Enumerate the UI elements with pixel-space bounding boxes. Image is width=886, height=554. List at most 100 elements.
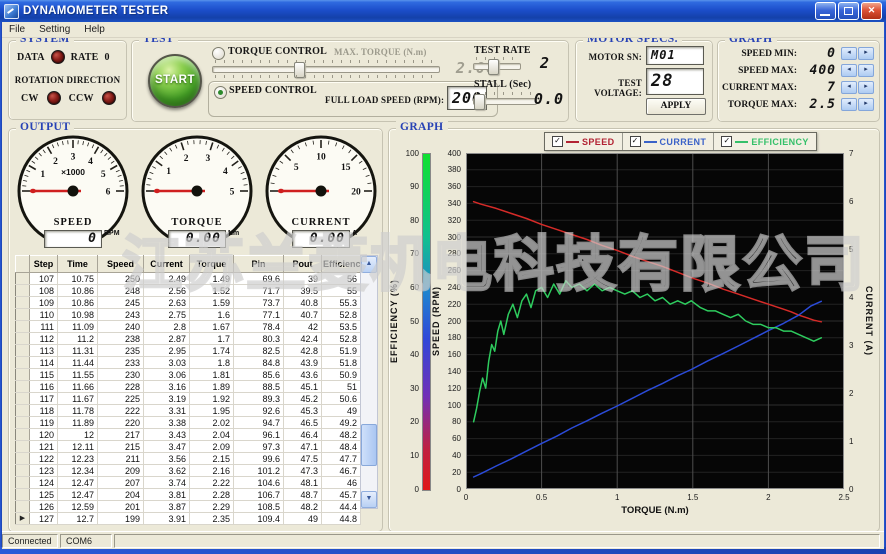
torque-control-radio[interactable]	[212, 47, 225, 60]
table-cell[interactable]: 43.9	[284, 357, 322, 369]
test-rate-slider[interactable]	[473, 57, 521, 75]
table-cell[interactable]: 3.16	[144, 381, 190, 393]
table-cell[interactable]: 2.63	[144, 297, 190, 309]
table-cell[interactable]: 51.8	[322, 357, 361, 369]
table-cell[interactable]: 2.15	[190, 453, 234, 465]
table-row[interactable]: 11811.782223.311.9592.645.349	[16, 405, 361, 417]
table-row[interactable]: 11411.442333.031.884.843.951.8	[16, 357, 361, 369]
table-cell[interactable]: 230	[98, 369, 144, 381]
table-cell[interactable]: 211	[98, 453, 144, 465]
table-cell[interactable]: 220	[98, 417, 144, 429]
table-cell[interactable]: 48.7	[284, 489, 322, 501]
table-cell[interactable]: 48.2	[322, 429, 361, 441]
table-row[interactable]: 12112.112153.472.0997.347.148.4	[16, 441, 361, 453]
table-cell[interactable]: 50.6	[322, 393, 361, 405]
column-header-current[interactable]: Current	[144, 256, 190, 273]
row-selector[interactable]	[16, 477, 30, 489]
table-cell[interactable]: 56	[322, 273, 361, 285]
table-cell[interactable]: 11.44	[58, 357, 98, 369]
row-selector[interactable]	[16, 465, 30, 477]
table-cell[interactable]: 11.67	[58, 393, 98, 405]
table-cell[interactable]: 96.1	[234, 429, 284, 441]
table-cell[interactable]: 199	[98, 513, 144, 525]
table-row[interactable]: 12512.472043.812.28106.748.745.7	[16, 489, 361, 501]
row-selector[interactable]	[16, 441, 30, 453]
table-cell[interactable]: 42.4	[284, 333, 322, 345]
current-max-decrement-button[interactable]: ◂	[841, 81, 857, 94]
table-cell[interactable]: 3.91	[144, 513, 190, 525]
table-row[interactable]: 11611.662283.161.8988.545.151	[16, 381, 361, 393]
table-cell[interactable]: 2.09	[190, 441, 234, 453]
scrollbar-thumb[interactable]	[361, 424, 377, 466]
table-cell[interactable]: 48.2	[284, 501, 322, 513]
table-cell[interactable]: 115	[30, 369, 58, 381]
restore-button[interactable]	[838, 2, 859, 20]
table-cell[interactable]: 1.74	[190, 345, 234, 357]
table-cell[interactable]: 46.4	[284, 429, 322, 441]
table-cell[interactable]: 2.22	[190, 477, 234, 489]
table-cell[interactable]: 49	[322, 405, 361, 417]
table-cell[interactable]: 11.89	[58, 417, 98, 429]
column-header-efficiency[interactable]: Efficiency	[322, 256, 361, 273]
table-cell[interactable]: 240	[98, 321, 144, 333]
current-max-increment-button[interactable]: ▸	[858, 81, 874, 94]
table-cell[interactable]: 119	[30, 417, 58, 429]
table-cell[interactable]: 11.55	[58, 369, 98, 381]
row-selector[interactable]	[16, 273, 30, 285]
table-cell[interactable]: 11.78	[58, 405, 98, 417]
table-cell[interactable]: 127	[30, 513, 58, 525]
table-cell[interactable]: 12.11	[58, 441, 98, 453]
table-cell[interactable]: 118	[30, 405, 58, 417]
speed-max-increment-button[interactable]: ▸	[858, 64, 874, 77]
table-cell[interactable]: 235	[98, 345, 144, 357]
table-cell[interactable]: 1.81	[190, 369, 234, 381]
menu-file[interactable]: File	[2, 24, 32, 35]
table-cell[interactable]: 73.7	[234, 297, 284, 309]
table-cell[interactable]: 2.8	[144, 321, 190, 333]
table-cell[interactable]: 3.62	[144, 465, 190, 477]
table-cell[interactable]: 47.7	[322, 453, 361, 465]
table-cell[interactable]: 3.47	[144, 441, 190, 453]
table-cell[interactable]: 228	[98, 381, 144, 393]
table-cell[interactable]: 1.7	[190, 333, 234, 345]
table-cell[interactable]: 2.56	[144, 285, 190, 297]
torque-max-increment-button[interactable]: ▸	[858, 98, 874, 111]
table-cell[interactable]: 42	[284, 321, 322, 333]
row-selector[interactable]	[16, 405, 30, 417]
table-cell[interactable]: 2.28	[190, 489, 234, 501]
table-cell[interactable]: 101.2	[234, 465, 284, 477]
table-cell[interactable]: 12.47	[58, 489, 98, 501]
table-cell[interactable]: 48.4	[322, 441, 361, 453]
table-cell[interactable]: 10.75	[58, 273, 98, 285]
table-cell[interactable]: 3.38	[144, 417, 190, 429]
table-cell[interactable]: 116	[30, 381, 58, 393]
table-cell[interactable]: 92.6	[234, 405, 284, 417]
table-cell[interactable]: 207	[98, 477, 144, 489]
table-cell[interactable]: 49.2	[322, 417, 361, 429]
table-cell[interactable]: 51.9	[322, 345, 361, 357]
row-selector[interactable]	[16, 309, 30, 321]
table-cell[interactable]: 225	[98, 393, 144, 405]
table-cell[interactable]: 51	[322, 381, 361, 393]
table-cell[interactable]: 1.67	[190, 321, 234, 333]
table-cell[interactable]: 49	[284, 513, 322, 525]
table-cell[interactable]: 1.59	[190, 297, 234, 309]
table-cell[interactable]: 123	[30, 465, 58, 477]
table-cell[interactable]: 1.49	[190, 273, 234, 285]
table-cell[interactable]: 3.81	[144, 489, 190, 501]
table-cell[interactable]: 233	[98, 357, 144, 369]
table-cell[interactable]: 2.95	[144, 345, 190, 357]
table-cell[interactable]: 3.31	[144, 405, 190, 417]
table-row[interactable]: 11211.22382.871.780.342.452.8	[16, 333, 361, 345]
table-cell[interactable]: 50.9	[322, 369, 361, 381]
row-selector[interactable]	[16, 429, 30, 441]
legend-current-checkbox[interactable]: ✓	[630, 136, 641, 147]
row-selector[interactable]	[16, 417, 30, 429]
table-cell[interactable]: 2.35	[190, 513, 234, 525]
table-cell[interactable]: 111	[30, 321, 58, 333]
table-cell[interactable]: 44.4	[322, 501, 361, 513]
table-row[interactable]: 10910.862452.631.5973.740.855.3	[16, 297, 361, 309]
table-row[interactable]: 12412.472073.742.22104.648.146	[16, 477, 361, 489]
table-cell[interactable]: 44.8	[322, 513, 361, 525]
table-row[interactable]: 11911.892203.382.0294.746.549.2	[16, 417, 361, 429]
